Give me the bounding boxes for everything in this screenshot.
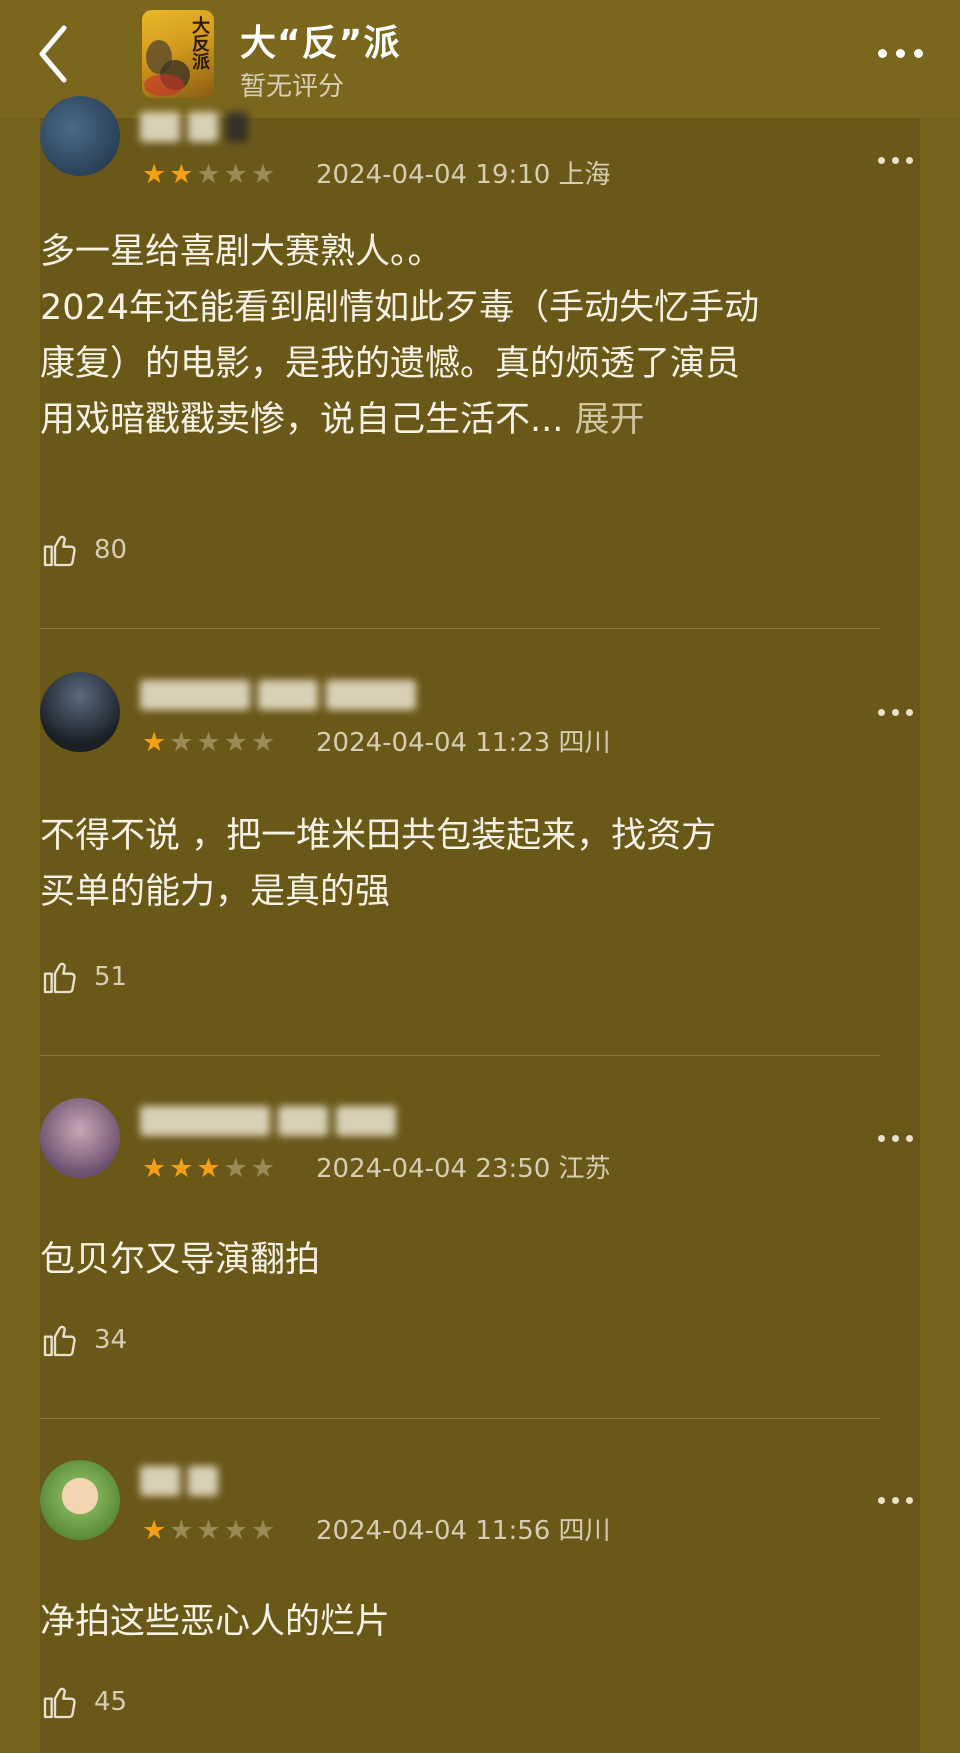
like-count: 80: [94, 535, 128, 565]
left-margin: [0, 118, 40, 1753]
avatar[interactable]: [40, 96, 120, 176]
username-blurred[interactable]: [140, 680, 440, 726]
movie-poster[interactable]: 大反派: [142, 10, 214, 98]
review-text: 不得不说 ，把一堆米田共包装起来，找资方 买单的能力，是真的强: [40, 816, 717, 912]
review-date-location: 2024-04-04 11:23 四川: [316, 728, 611, 758]
like-button[interactable]: 51: [40, 955, 127, 999]
like-button[interactable]: 80: [40, 528, 127, 572]
divider: [40, 1418, 880, 1419]
username-blurred[interactable]: [140, 112, 430, 158]
review-text: 多一星给喜剧大赛熟人。。 2024年还能看到剧情如此歹毒（手动失忆手动 康复）的…: [40, 232, 760, 440]
review-more-button[interactable]: [870, 1490, 920, 1510]
thumbs-up-icon: [43, 962, 76, 994]
star-rating: ★★★★★: [142, 159, 279, 190]
review-text: 包贝尔又导演翻拍: [40, 1240, 321, 1280]
review-date-location: 2024-04-04 19:10 上海: [316, 160, 611, 190]
rating-status: 暂无评分: [240, 72, 345, 102]
star-rating: ★★★★★: [142, 727, 279, 758]
review-more-button[interactable]: [870, 1128, 920, 1148]
top-bar: 大反派 大“反”派 暂无评分: [0, 0, 960, 118]
avatar[interactable]: [40, 1460, 120, 1540]
like-count: 45: [94, 1687, 128, 1717]
more-options-button[interactable]: [870, 38, 930, 68]
star-rating: ★★★★★: [142, 1153, 279, 1184]
more-dots-icon: [870, 38, 930, 68]
review-date-location: 2024-04-04 23:50 江苏: [316, 1154, 611, 1184]
poster-title: 大反派: [189, 16, 210, 70]
like-button[interactable]: 45: [40, 1680, 127, 1724]
avatar[interactable]: [40, 672, 120, 752]
like-count: 51: [94, 962, 128, 992]
thumbs-up-icon: [43, 1687, 76, 1719]
more-dots-icon: [870, 150, 920, 170]
avatar[interactable]: [40, 1098, 120, 1178]
star-rating: ★★★★★: [142, 1515, 279, 1546]
review-text: 净拍这些恶心人的烂片: [40, 1602, 391, 1642]
divider: [40, 1055, 880, 1056]
more-dots-icon: [870, 1128, 920, 1148]
back-button[interactable]: [28, 20, 88, 88]
username-blurred[interactable]: [140, 1466, 250, 1512]
right-margin: [920, 118, 960, 1753]
more-dots-icon: [870, 1490, 920, 1510]
thumbs-up-icon: [43, 1325, 76, 1357]
more-dots-icon: [870, 702, 920, 722]
review-more-button[interactable]: [870, 702, 920, 722]
review-more-button[interactable]: [870, 150, 920, 170]
page-title: 大“反”派: [240, 23, 401, 64]
thumbs-up-icon: [43, 535, 76, 567]
like-count: 34: [94, 1325, 128, 1355]
review-date-location: 2024-04-04 11:56 四川: [316, 1516, 611, 1546]
like-button[interactable]: 34: [40, 1318, 127, 1362]
divider: [40, 628, 880, 629]
username-blurred[interactable]: [140, 1106, 410, 1152]
expand-link[interactable]: 展开: [575, 400, 645, 440]
back-arrow-icon: [39, 25, 67, 83]
